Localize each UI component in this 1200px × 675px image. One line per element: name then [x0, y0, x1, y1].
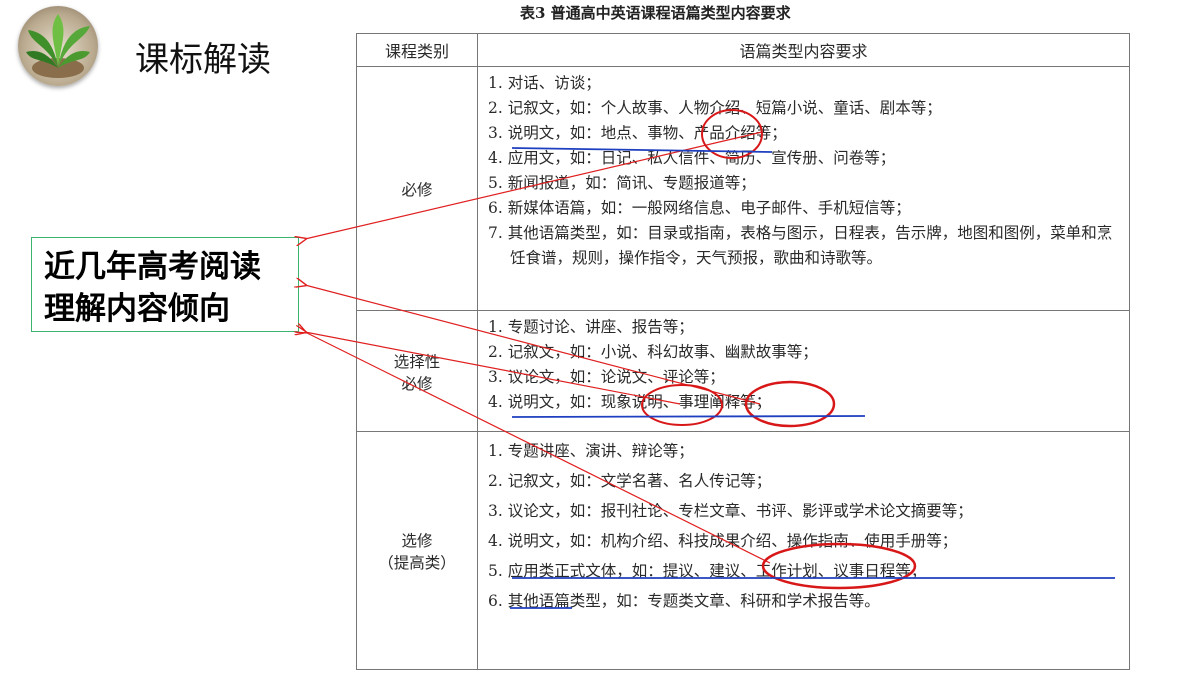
- callout-line: 近几年高考阅读: [44, 249, 261, 285]
- table-row: 选修 （提高类） 1. 专题讲座、演讲、辩论等； 2. 记叙文，如：文学名著、名…: [356, 431, 1130, 670]
- category-line: 选修: [401, 531, 433, 550]
- list-item: 1. 对话、访谈；: [488, 74, 601, 92]
- list-item: 4. 说明文，如：机构介绍、科技成果介绍、操作指南、使用手册等；: [488, 532, 958, 550]
- elective-table: 选修 （提高类） 1. 专题讲座、演讲、辩论等； 2. 记叙文，如：文学名著、名…: [356, 431, 1130, 670]
- category-cell: 选修 （提高类）: [356, 431, 478, 670]
- table-row: 必修 1. 对话、访谈； 2. 记叙文，如：个人故事、人物介绍、短篇小说、童话、…: [356, 66, 1130, 311]
- category-line: 选择性: [393, 352, 441, 371]
- list-item: 5. 应用类正式文体，如：提议、建议、工作计划、议事日程等；: [488, 562, 927, 580]
- list-item: 1. 专题讨论、讲座、报告等；: [488, 318, 694, 336]
- plant-logo-icon: [18, 6, 98, 86]
- list-item: 2. 记叙文，如：个人故事、人物介绍、短篇小说、童话、剧本等；: [488, 99, 942, 117]
- category-cell: 必修: [356, 66, 478, 311]
- list-item: 4. 应用文，如：日记、私人信件、简历、宣传册、问卷等；: [488, 149, 896, 167]
- category-line: 必修: [401, 374, 433, 393]
- header-category: 课程类别: [356, 33, 478, 67]
- list-item: 7. 其他语篇类型，如：目录或指南，表格与图示，日程表，告示牌，地图和图例，菜单…: [488, 224, 1113, 267]
- list-item: 5. 新闻报道，如：简讯、专题报道等；: [488, 174, 756, 192]
- requirements-cell: 1. 专题讲座、演讲、辩论等； 2. 记叙文，如：文学名著、名人传记等； 3. …: [477, 431, 1130, 670]
- requirements-cell: 1. 对话、访谈； 2. 记叙文，如：个人故事、人物介绍、短篇小说、童话、剧本等…: [477, 66, 1130, 311]
- callout-box: 近几年高考阅读 理解内容倾向: [31, 237, 299, 332]
- list-item: 1. 专题讲座、演讲、辩论等；: [488, 442, 694, 460]
- requirements-cell: 1. 专题讨论、讲座、报告等； 2. 记叙文，如：小说、科幻故事、幽默故事等； …: [477, 310, 1130, 433]
- list-item: 3. 议论文，如：论说文、评论等；: [488, 368, 725, 386]
- category-line: （提高类）: [378, 553, 456, 572]
- table-caption: 表3 普通高中英语课程语篇类型内容要求: [520, 4, 791, 22]
- list-item: 3. 说明文，如：地点、事物、产品介绍等；: [488, 124, 787, 142]
- header-requirements: 语篇类型内容要求: [477, 33, 1130, 67]
- list-item: 6. 其他语篇类型，如：专题类文章、科研和学术报告等。: [488, 592, 880, 610]
- slide-title: 课标解读: [135, 40, 271, 80]
- category-cell: 选择性 必修: [356, 310, 478, 433]
- list-item: 4. 说明文，如：现象说明、事理阐释等；: [488, 393, 772, 411]
- list-item: 2. 记叙文，如：小说、科幻故事、幽默故事等；: [488, 343, 818, 361]
- list-item: 3. 议论文，如：报刊社论、专栏文章、书评、影评或学术论文摘要等；: [488, 502, 973, 520]
- list-item: 2. 记叙文，如：文学名著、名人传记等；: [488, 472, 772, 490]
- list-item: 6. 新媒体语篇，如：一般网络信息、电子邮件、手机短信等；: [488, 199, 911, 217]
- table-row: 选择性 必修 1. 专题讨论、讲座、报告等； 2. 记叙文，如：小说、科幻故事、…: [356, 310, 1130, 433]
- callout-line: 理解内容倾向: [44, 291, 230, 327]
- content-requirements-table: 课程类别 语篇类型内容要求 必修 1. 对话、访谈； 2. 记叙文，如：个人故事…: [356, 33, 1130, 433]
